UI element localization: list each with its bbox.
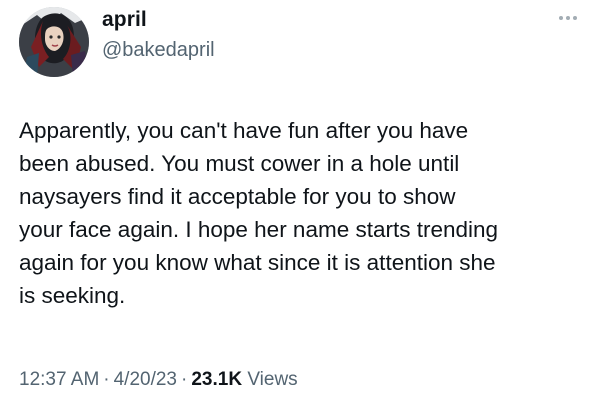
avatar-image: [19, 7, 89, 77]
avatar[interactable]: [19, 7, 89, 77]
user-handle[interactable]: @bakedapril: [102, 37, 215, 63]
views-count[interactable]: 23.1K: [191, 369, 242, 390]
meta-separator: ·: [103, 369, 110, 390]
tweet-meta: 12:37 AM · 4/20/23 · 23.1K Views: [19, 368, 298, 392]
tweet-date[interactable]: 4/20/23: [114, 369, 177, 390]
more-horizontal-icon: [559, 16, 577, 20]
more-options-button[interactable]: [555, 5, 581, 31]
tweet-card: april @bakedapril Apparently, you can't …: [0, 0, 595, 401]
views-label: Views: [247, 369, 298, 390]
tweet-text: Apparently, you can't have fun after you…: [19, 118, 499, 308]
meta-separator: ·: [181, 369, 188, 390]
tweet-header: april @bakedapril: [16, 5, 581, 77]
tweet-time[interactable]: 12:37 AM: [19, 369, 99, 390]
user-names: april @bakedapril: [102, 7, 215, 63]
display-name[interactable]: april: [102, 7, 215, 33]
